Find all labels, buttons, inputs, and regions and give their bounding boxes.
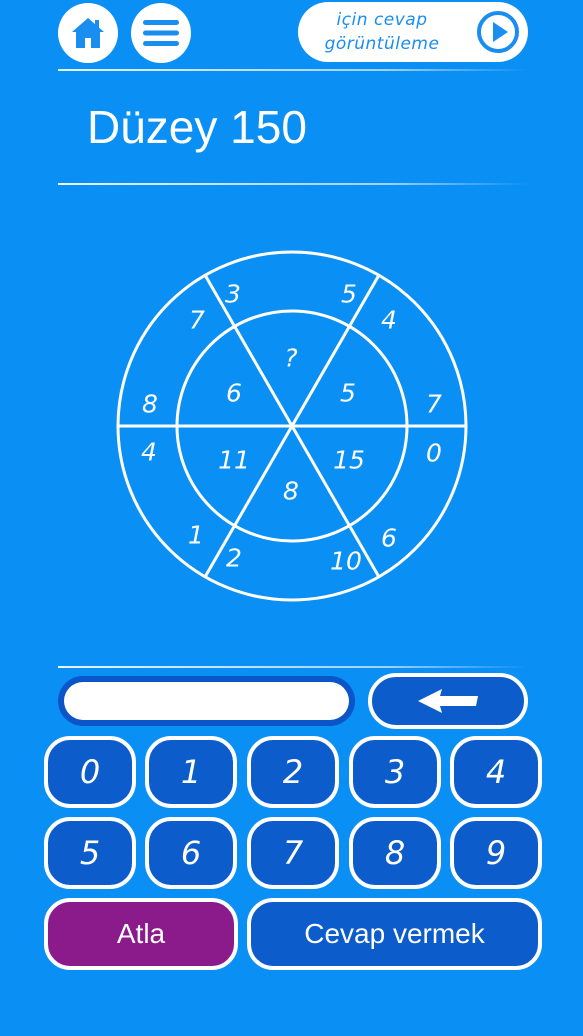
submit-answer-button[interactable]: Cevap vermek — [247, 898, 542, 970]
inner-number: 15 — [333, 446, 365, 475]
home-icon — [72, 18, 104, 48]
outer-number: 3 — [225, 280, 241, 309]
outer-number: 7 — [189, 306, 205, 335]
keypad-divider — [58, 666, 528, 668]
backspace-button[interactable] — [368, 673, 528, 729]
inner-number: 5 — [340, 379, 356, 408]
top-divider — [58, 69, 528, 71]
inner-number: 8 — [283, 477, 299, 506]
digit-key-0[interactable]: 0 — [44, 736, 136, 808]
watch-hint-button[interactable]: için cevap görüntüleme — [298, 2, 528, 62]
digit-key-4[interactable]: 4 — [450, 736, 542, 808]
outer-number: 0 — [426, 439, 442, 468]
digit-key-6[interactable]: 6 — [145, 817, 237, 889]
digit-key-3[interactable]: 3 — [349, 736, 441, 808]
outer-number: 8 — [142, 390, 158, 419]
digit-key-1[interactable]: 1 — [145, 736, 237, 808]
digit-key-2[interactable]: 2 — [247, 736, 339, 808]
outer-number: 5 — [341, 280, 357, 309]
hint-line-1: için cevap — [336, 10, 428, 30]
digit-key-8[interactable]: 8 — [349, 817, 441, 889]
outer-number: 4 — [381, 306, 397, 335]
outer-number: 10 — [330, 547, 362, 576]
outer-number: 6 — [381, 524, 397, 553]
play-icon — [477, 11, 519, 53]
answer-field[interactable] — [58, 676, 355, 726]
number-wheel-puzzle: ?5158116 3 547061021487 — [116, 250, 468, 602]
hint-line-2: görüntüleme — [324, 34, 440, 54]
menu-button[interactable] — [131, 3, 191, 63]
level-title: Düzey 150 — [87, 101, 307, 153]
title-divider — [58, 183, 528, 185]
back-arrow-icon — [418, 689, 478, 713]
inner-number: 11 — [218, 446, 250, 475]
digit-key-5[interactable]: 5 — [44, 817, 136, 889]
outer-number: 1 — [188, 521, 204, 550]
hint-label: için cevap görüntüleme — [312, 8, 452, 56]
outer-number: 4 — [141, 438, 157, 467]
digit-key-7[interactable]: 7 — [247, 817, 339, 889]
outer-number: 2 — [226, 544, 242, 573]
hamburger-menu-icon — [143, 20, 179, 46]
answer-input[interactable] — [64, 682, 349, 720]
home-button[interactable] — [58, 3, 118, 63]
outer-number: 7 — [426, 390, 442, 419]
digit-key-9[interactable]: 9 — [450, 817, 542, 889]
inner-number: 6 — [226, 379, 242, 408]
skip-button[interactable]: Atla — [44, 898, 238, 970]
inner-number: ? — [284, 344, 297, 373]
